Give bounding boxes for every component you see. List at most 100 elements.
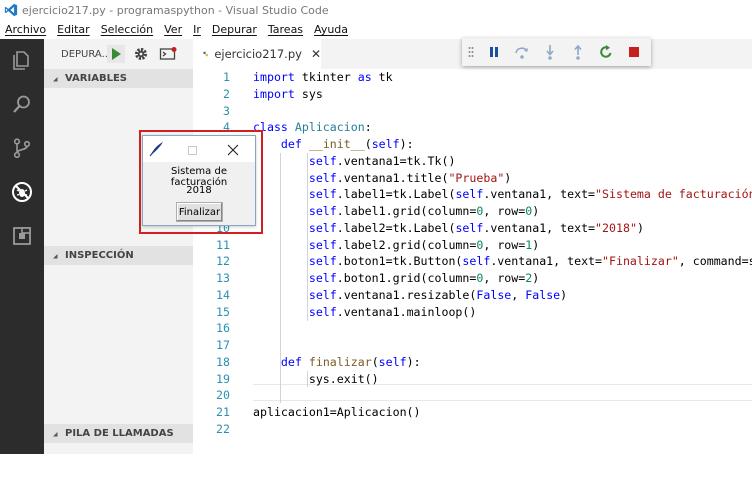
line-number: 13 <box>216 271 230 285</box>
menu-ver[interactable]: Ver <box>164 23 182 36</box>
code-text: import tkinter as tk <box>253 70 393 84</box>
tkinter-window[interactable]: Sistema de facturación 2018 Finalizar <box>142 135 256 226</box>
line-number: 3 <box>223 103 230 118</box>
finalizar-button[interactable]: Finalizar <box>176 202 223 222</box>
empty-area <box>0 454 752 488</box>
code-text: self.label2.grid(column=0, row=1) <box>308 237 540 252</box>
close-icon[interactable] <box>227 144 239 156</box>
variables-section-header[interactable]: VARIABLES <box>44 69 193 88</box>
menu-ir[interactable]: Ir <box>193 23 201 36</box>
search-icon[interactable] <box>11 93 33 115</box>
code-editor[interactable]: 1 import tkinter as tk 2 import sys 3 4 class … <box>193 69 752 454</box>
line-number: 20 <box>216 388 230 403</box>
tab-ejercicio217[interactable]: ejercicio217.py ✕ <box>193 39 321 69</box>
pause-button[interactable] <box>480 38 508 66</box>
chevron-down-icon <box>53 431 58 436</box>
menu-ayuda[interactable]: Ayuda <box>314 23 348 36</box>
watch-label: INSPECCIÓN <box>65 250 134 261</box>
code-text: self.ventana1=tk.Tk() <box>308 153 456 168</box>
line-number: 11 <box>216 237 230 252</box>
start-debugging-icon[interactable] <box>107 45 125 63</box>
restart-button[interactable] <box>592 38 620 66</box>
debug-view-label: DEPURA... <box>61 48 112 60</box>
callstack-label: PILA DE LLAMADAS <box>65 428 174 439</box>
code-line[interactable]: 12 self.boton1=tk.Button(self.ventana1, … <box>193 253 752 270</box>
code-line[interactable]: 15 self.ventana1.mainloop() <box>193 304 752 321</box>
code-line[interactable]: 19 sys.exit() <box>193 371 752 388</box>
step-over-icon <box>515 47 528 59</box>
code-line[interactable]: 5 def __init__(self): <box>193 136 752 153</box>
menu-seleccion[interactable]: Selección <box>101 23 153 36</box>
code-text: aplicacion1=Aplicacion() <box>253 405 421 419</box>
restart-icon <box>600 45 612 58</box>
code-line[interactable]: 1 import tkinter as tk <box>193 69 752 86</box>
code-line[interactable]: 16 <box>193 320 752 337</box>
code-line[interactable]: 21 aplicacion1=Aplicacion() <box>193 404 752 421</box>
step-into-icon <box>546 45 554 60</box>
debug-config-row: DEPURA... <box>44 39 193 69</box>
line-number: 2 <box>223 86 230 101</box>
menu-depurar[interactable]: Depurar <box>212 23 257 36</box>
tk-title-bar[interactable] <box>143 136 255 162</box>
tk-feather-icon <box>149 142 163 157</box>
code-line[interactable]: 11 self.label2.grid(column=0, row=1) <box>193 237 752 254</box>
debug-icon[interactable] <box>11 181 33 203</box>
title-bar: ejercicio217.py - programaspython - Visu… <box>0 0 752 20</box>
code-line[interactable]: 10 self.label2=tk.Label(self.ventana1, t… <box>193 220 752 237</box>
explorer-icon[interactable] <box>11 49 33 71</box>
code-line[interactable]: 8 self.label1=tk.Label(self.ventana1, te… <box>193 186 752 203</box>
menu-editar[interactable]: Editar <box>57 23 90 36</box>
line-number: 17 <box>216 338 230 352</box>
code-line[interactable]: 18 def finalizar(self): <box>193 354 752 371</box>
code-line[interactable]: 20 <box>193 387 752 404</box>
gear-icon[interactable] <box>133 46 149 62</box>
debug-toolbar <box>462 38 651 66</box>
menu-tareas[interactable]: Tareas <box>268 23 303 36</box>
extensions-icon[interactable] <box>11 225 33 247</box>
code-line[interactable]: 4 class Aplicacion: <box>193 119 752 136</box>
maximize-icon <box>188 146 197 155</box>
stop-button[interactable] <box>620 38 648 66</box>
code-text: def __init__(self): <box>280 137 414 151</box>
stop-icon <box>629 47 639 57</box>
line-number: 18 <box>216 354 230 369</box>
code-line[interactable]: 22 <box>193 421 752 438</box>
menu-archivo[interactable]: Archivo <box>5 23 46 36</box>
step-into-button[interactable] <box>536 38 564 66</box>
vscode-logo-icon <box>4 3 18 17</box>
line-number: 21 <box>216 405 230 419</box>
grip-icon[interactable] <box>462 38 480 66</box>
line-number: 12 <box>216 254 230 269</box>
step-out-icon <box>574 44 582 60</box>
code-line[interactable]: 9 self.label1.grid(column=0, row=0) <box>193 203 752 220</box>
code-line[interactable]: 7 self.ventana1.title("Prueba") <box>193 170 752 187</box>
step-out-button[interactable] <box>564 38 592 66</box>
menu-bar: Archivo Editar Selección Ver Ir Depurar … <box>0 20 752 39</box>
source-control-icon[interactable] <box>11 137 33 159</box>
code-line[interactable]: 6 self.ventana1=tk.Tk() <box>193 153 752 170</box>
code-line[interactable]: 17 <box>193 337 752 354</box>
code-text: self.label2=tk.Label(self.ventana1, text… <box>308 220 644 235</box>
code-text: sys.exit() <box>253 371 379 386</box>
line-number: 15 <box>216 304 230 319</box>
window-title: ejercicio217.py - programaspython - Visu… <box>22 3 329 17</box>
code-text: self.ventana1.mainloop() <box>308 304 477 319</box>
callstack-section-header[interactable]: PILA DE LLAMADAS <box>44 424 193 443</box>
chevron-down-icon <box>53 253 58 258</box>
chevron-down-icon <box>53 76 58 81</box>
step-over-button[interactable] <box>508 38 536 66</box>
code-text: self.ventana1.title("Prueba") <box>308 170 512 185</box>
code-line[interactable]: 2 import sys <box>193 86 752 103</box>
variables-label: VARIABLES <box>65 73 127 84</box>
close-icon[interactable]: ✕ <box>311 47 321 61</box>
code-line[interactable]: 3 <box>193 103 752 120</box>
code-line[interactable]: 13 self.boton1.grid(column=0, row=2) <box>193 270 752 287</box>
tk-label-year: 2018 <box>186 185 212 196</box>
pause-icon <box>490 47 498 57</box>
debug-console-icon[interactable] <box>159 46 177 62</box>
python-file-icon <box>203 51 208 57</box>
code-text: self.label1=tk.Label(self.ventana1, text… <box>308 187 752 202</box>
code-line[interactable]: 14 self.ventana1.resizable(False, False) <box>193 287 752 304</box>
line-number: 22 <box>216 421 230 436</box>
watch-section-header[interactable]: INSPECCIÓN <box>44 246 193 265</box>
